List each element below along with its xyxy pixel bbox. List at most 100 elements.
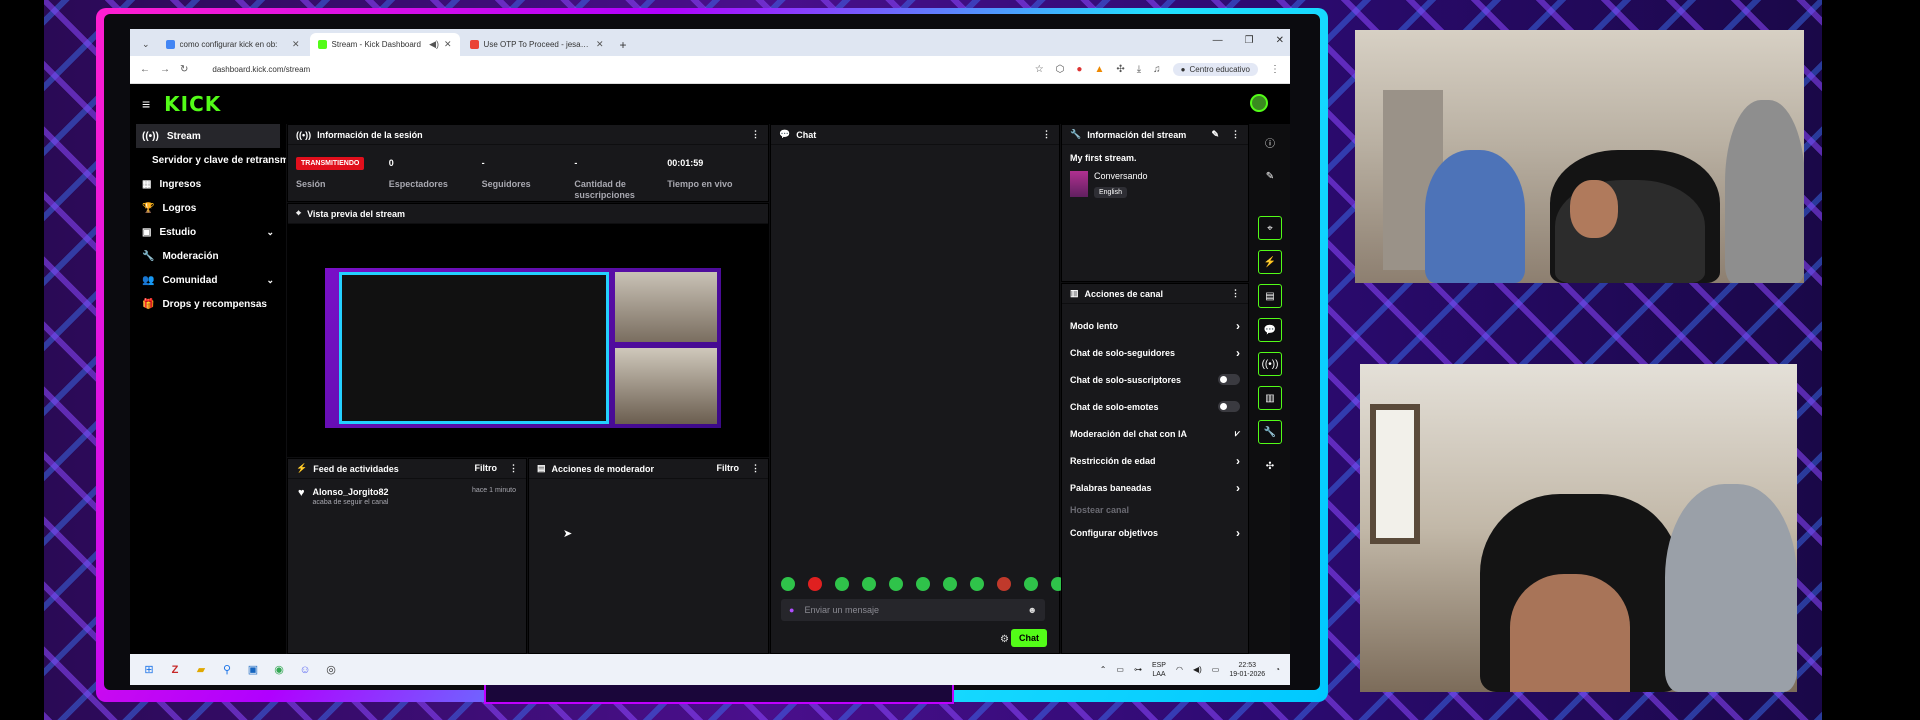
mic-icon[interactable]: ●: [789, 605, 794, 615]
notification-icon[interactable]: ◔: [1275, 665, 1280, 674]
filezilla-icon[interactable]: Z: [166, 661, 184, 679]
battery-icon[interactable]: ▭: [1212, 665, 1220, 674]
action-ai-moderation[interactable]: Moderación del chat con IA ⩗: [1062, 420, 1248, 447]
restore-icon[interactable]: ❐: [1245, 35, 1254, 46]
action-age-restriction[interactable]: Restricción de edad ›: [1062, 447, 1248, 474]
emote-icon[interactable]: [943, 577, 957, 591]
filter-button[interactable]: Filtro: [475, 463, 498, 474]
emote-icon[interactable]: [835, 577, 849, 591]
actions-widget-icon[interactable]: ▥: [1258, 386, 1282, 410]
kebab-menu-icon[interactable]: ⋮: [1231, 288, 1240, 299]
activity-widget-icon[interactable]: ⚡: [1258, 250, 1282, 274]
new-tab-button[interactable]: +: [614, 38, 633, 56]
emote-icon[interactable]: [997, 577, 1011, 591]
sidebar-item-logros[interactable]: 🏆 Logros: [130, 196, 286, 220]
close-icon[interactable]: ✕: [596, 39, 604, 50]
usb-icon[interactable]: ⊶: [1134, 665, 1142, 674]
user-avatar[interactable]: [1250, 94, 1268, 112]
action-host-channel[interactable]: Hostear canal: [1062, 501, 1248, 519]
close-icon[interactable]: ✕: [292, 39, 300, 50]
extension-fire-icon[interactable]: ▲: [1094, 64, 1104, 75]
emote-icon[interactable]: [808, 577, 822, 591]
tray-app-icon[interactable]: ▭: [1116, 665, 1124, 674]
discord-icon[interactable]: ☺: [296, 661, 314, 679]
add-widget-icon[interactable]: ✣: [1258, 454, 1282, 478]
subs-only-toggle[interactable]: [1218, 374, 1240, 385]
chat-widget-icon[interactable]: 💬: [1258, 318, 1282, 342]
menu-kebab-icon[interactable]: ⋮: [1270, 64, 1280, 75]
kebab-menu-icon[interactable]: ⋮: [509, 463, 518, 474]
windows-start-icon[interactable]: ⊞: [140, 661, 158, 679]
language-indicator[interactable]: ESP LAA: [1152, 661, 1166, 679]
chat-message-input[interactable]: ● Enviar un mensaje ☻: [781, 599, 1045, 621]
folder-icon[interactable]: ▰: [192, 661, 210, 679]
emote-icon[interactable]: [1024, 577, 1038, 591]
minimize-icon[interactable]: —: [1213, 35, 1223, 46]
audio-icon[interactable]: ◀): [429, 39, 439, 50]
download-icon[interactable]: ⤓: [1137, 64, 1141, 75]
kebab-menu-icon[interactable]: ⋮: [1042, 129, 1051, 140]
extension-icon[interactable]: ⬡: [1056, 64, 1065, 75]
obs-icon[interactable]: ◎: [322, 661, 340, 679]
sidebar-item-moderacion[interactable]: 🔧 Moderación: [130, 244, 286, 268]
emote-icon[interactable]: [862, 577, 876, 591]
info-icon[interactable]: ⓘ: [1258, 130, 1282, 154]
sidebar-item-server-key[interactable]: Servidor y clave de retransmisión: [130, 148, 286, 172]
forward-icon[interactable]: →: [160, 64, 170, 75]
reload-icon[interactable]: ↻: [180, 64, 188, 75]
filter-button[interactable]: Filtro: [717, 463, 740, 474]
action-modo-lento[interactable]: Modo lento ›: [1062, 312, 1248, 339]
emote-icon[interactable]: [916, 577, 930, 591]
kick-logo[interactable]: KICK: [164, 92, 221, 116]
action-goals[interactable]: Configurar objetivos ›: [1062, 519, 1248, 546]
network-icon[interactable]: ⚲: [218, 661, 236, 679]
emote-icon[interactable]: [970, 577, 984, 591]
action-followers-only[interactable]: Chat de solo-seguidores ›: [1062, 339, 1248, 366]
feed-item-name[interactable]: Alonso_Jorgito82: [313, 487, 389, 497]
kebab-menu-icon[interactable]: ⋮: [751, 129, 760, 140]
bookmark-star-icon[interactable]: ☆: [1035, 64, 1044, 75]
sidebar-item-drops[interactable]: 🎁 Drops y recompensas: [130, 292, 286, 316]
volume-icon[interactable]: ◀): [1193, 665, 1202, 674]
emotes-only-toggle[interactable]: [1218, 401, 1240, 412]
emoji-icon[interactable]: ☻: [1028, 605, 1037, 615]
app-icon[interactable]: ▣: [244, 661, 262, 679]
sidebar-item-ingresos[interactable]: ▦ Ingresos: [130, 172, 286, 196]
mod-widget-icon[interactable]: ▤: [1258, 284, 1282, 308]
wifi-icon[interactable]: ◠: [1176, 665, 1183, 674]
edit-icon[interactable]: ✎: [1258, 164, 1282, 188]
stream-preview-video[interactable]: [325, 268, 721, 428]
media-icon[interactable]: ♫: [1153, 64, 1161, 75]
preview-widget-icon[interactable]: ⌖: [1258, 216, 1282, 240]
tab-google[interactable]: como configurar kick en ob: ✕: [158, 33, 308, 56]
broadcast-widget-icon[interactable]: ((•)): [1258, 352, 1282, 376]
action-label: Chat de solo-emotes: [1070, 401, 1159, 412]
sidebar-item-comunidad[interactable]: 👥 Comunidad ⌄: [130, 268, 286, 292]
tab-gmail[interactable]: Use OTP To Proceed - jesar495@ ✕: [462, 33, 612, 56]
tab-kick-dashboard[interactable]: Stream - Kick Dashboard ◀) ✕: [309, 33, 460, 56]
emote-icon[interactable]: [889, 577, 903, 591]
gear-icon[interactable]: ⚙: [1000, 634, 1009, 645]
wrench-widget-icon[interactable]: 🔧: [1258, 420, 1282, 444]
back-icon[interactable]: ←: [140, 64, 150, 75]
extension-record-icon[interactable]: ●: [1076, 64, 1082, 75]
chevron-up-icon[interactable]: ⌃: [1100, 665, 1107, 674]
stream-info-panel: 🔧 Información del stream ✎ ⋮ My first strea…: [1061, 124, 1249, 282]
chat-send-button[interactable]: Chat: [1011, 629, 1047, 647]
close-icon[interactable]: ✕: [444, 39, 452, 50]
action-banned-words[interactable]: Palabras baneadas ›: [1062, 474, 1248, 501]
clock[interactable]: 22:53 19-01-2026: [1229, 661, 1265, 679]
close-window-icon[interactable]: ✕: [1276, 35, 1284, 46]
kebab-menu-icon[interactable]: ⋮: [751, 463, 760, 474]
chrome-icon[interactable]: ◉: [270, 661, 288, 679]
tab-search-icon[interactable]: ⌄: [136, 39, 156, 56]
sidebar-item-stream[interactable]: ((•)) Stream: [136, 124, 280, 148]
sidebar-item-estudio[interactable]: ▣ Estudio ⌄: [130, 220, 286, 244]
edit-pencil-icon[interactable]: ✎: [1211, 129, 1219, 140]
profile-button[interactable]: ● Centro educativo: [1172, 63, 1258, 76]
emote-icon[interactable]: [781, 577, 795, 591]
hamburger-menu-icon[interactable]: ≡: [142, 96, 150, 112]
extensions-puzzle-icon[interactable]: ✣: [1116, 64, 1124, 75]
kebab-menu-icon[interactable]: ⋮: [1231, 129, 1240, 140]
url-field[interactable]: dashboard.kick.com/stream: [198, 60, 1024, 80]
